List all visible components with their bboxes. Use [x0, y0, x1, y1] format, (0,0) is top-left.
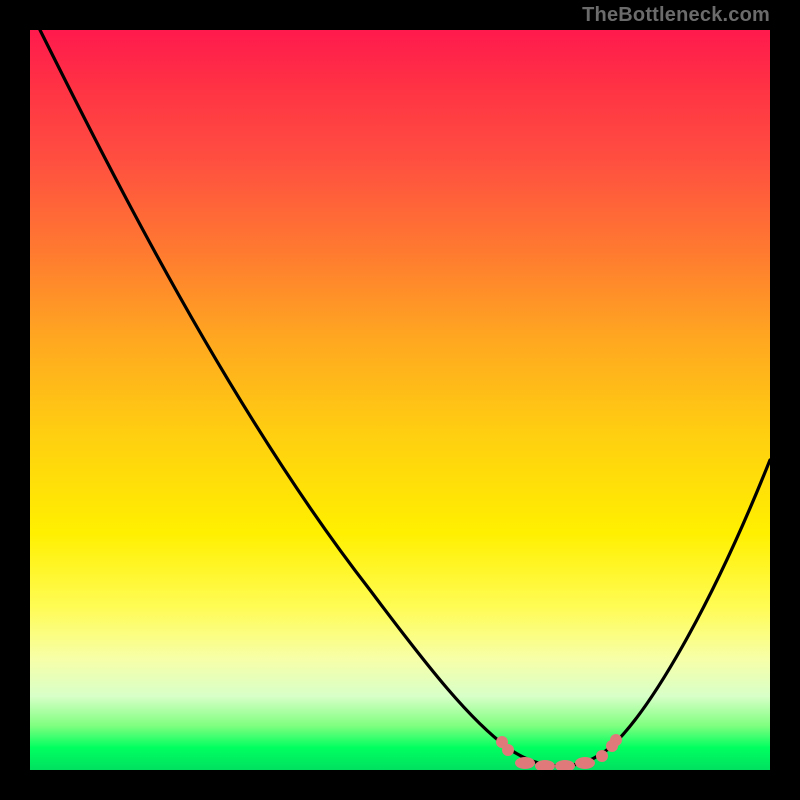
plot-area [30, 30, 770, 770]
bottleneck-curve [30, 30, 770, 770]
chart-container: TheBottleneck.com [0, 0, 800, 800]
curve-path [40, 30, 770, 766]
watermark-text: TheBottleneck.com [582, 4, 770, 27]
